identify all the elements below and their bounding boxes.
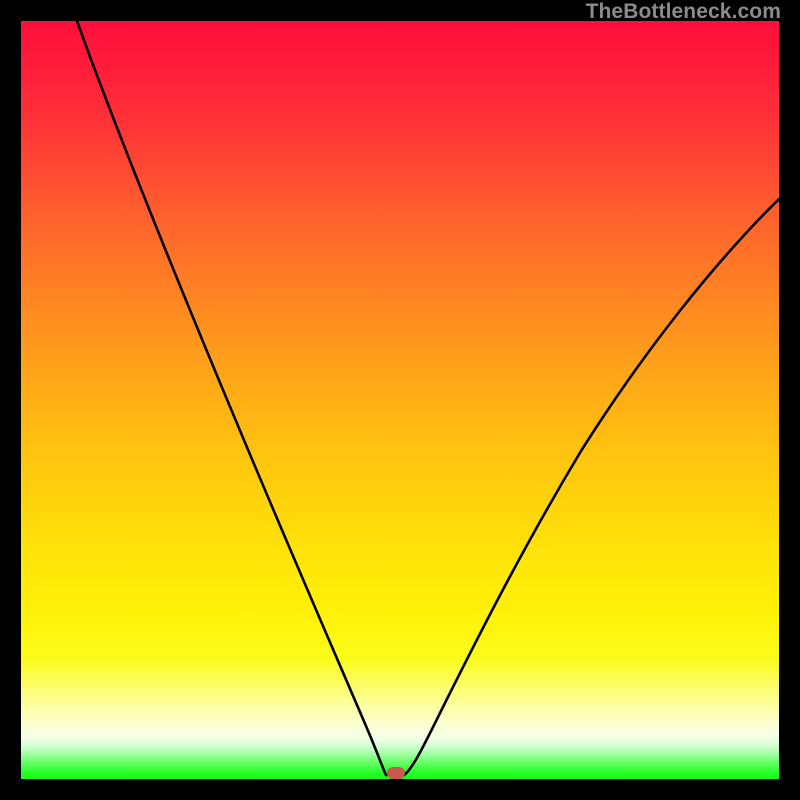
curve-left-branch bbox=[77, 21, 404, 775]
bottleneck-curve bbox=[21, 21, 779, 779]
plot-area bbox=[21, 21, 779, 779]
curve-right-branch bbox=[404, 199, 779, 775]
optimum-marker bbox=[387, 767, 405, 779]
chart-frame: TheBottleneck.com bbox=[0, 0, 800, 800]
